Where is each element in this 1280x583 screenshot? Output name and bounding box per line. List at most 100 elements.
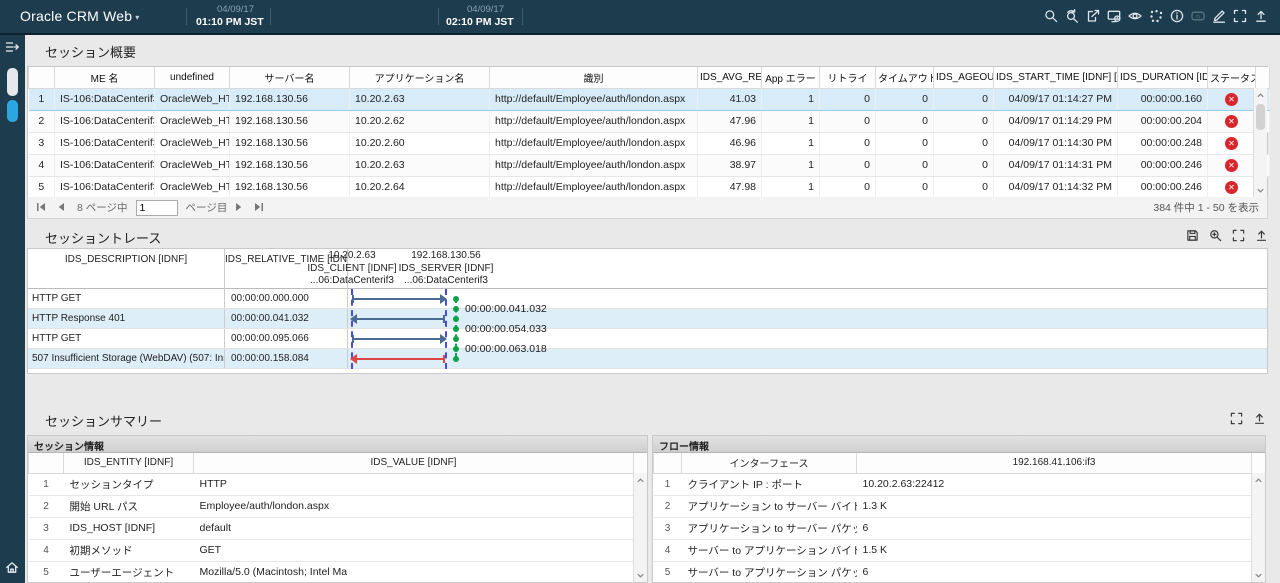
upload-icon[interactable]: [1253, 412, 1266, 425]
overview-column-header[interactable]: App エラー: [762, 67, 820, 88]
cell: 0: [820, 132, 876, 154]
cell: OracleWeb_HTTP: [155, 132, 230, 154]
page-number-input[interactable]: [136, 200, 178, 216]
app-menu[interactable]: Oracle CRM Web▾: [20, 8, 139, 24]
scroll-down-button[interactable]: [1254, 184, 1267, 197]
cell: 00:00:00.248: [1118, 132, 1208, 154]
trace-event-row[interactable]: HTTP GET00:00:00.000.000: [28, 289, 1267, 309]
cell: 1: [29, 473, 64, 495]
overview-column-header[interactable]: IDS_DURATION [IDNF: [1118, 67, 1208, 88]
trace-event-row[interactable]: HTTP Response 40100:00:00.041.032: [28, 309, 1267, 329]
session-overview-title: セッション概要: [45, 42, 136, 61]
summary-column-header[interactable]: 192.168.41.106:if3: [857, 453, 1252, 473]
summary-row[interactable]: 3IDS_HOST [IDNF]default: [29, 517, 648, 539]
summary-row[interactable]: 5ユーザーエージェントMozilla/5.0 (Macintosh; Intel…: [29, 561, 648, 583]
cell: 4: [29, 539, 64, 561]
summary-column-header[interactable]: IDS_VALUE [IDNF]: [194, 453, 634, 473]
flow-info-scrollbar[interactable]: [1251, 473, 1265, 583]
server-address: 192.168.130.56: [390, 250, 502, 263]
cell: IS-106:DataCenterif3: [55, 176, 155, 198]
panel-indicator-light[interactable]: [7, 68, 18, 96]
page-last-button[interactable]: [254, 202, 268, 214]
session-row[interactable]: 5IS-106:DataCenterif3OracleWeb_HTTP192.1…: [29, 176, 1270, 198]
scroll-down-button[interactable]: [634, 569, 647, 582]
summary-row[interactable]: 3アプリケーション to サーバー パケット6: [654, 517, 1266, 539]
page-next-button[interactable]: [234, 202, 248, 214]
summary-row[interactable]: 4初期メソッドGET: [29, 539, 648, 561]
overview-column-header[interactable]: サーバー名: [230, 67, 350, 88]
cell: 0: [876, 88, 934, 110]
header-spacer: [1252, 453, 1266, 473]
summary-row[interactable]: 1クライアント IP : ポート10.20.2.63:22412: [654, 473, 1266, 495]
eye-icon[interactable]: [1128, 9, 1142, 23]
overview-column-header[interactable]: リトライ: [820, 67, 876, 88]
expand-sidebar-icon[interactable]: [5, 40, 19, 54]
overview-column-header[interactable]: IDS_AVG_RESP(: [698, 67, 762, 88]
scroll-up-button[interactable]: [1252, 474, 1265, 487]
fullscreen-icon[interactable]: [1232, 229, 1245, 242]
header-divider: [186, 8, 187, 25]
cell: 0: [934, 176, 994, 198]
cell: 1.3 K: [857, 495, 1252, 517]
grid-dots-icon[interactable]: [1149, 9, 1163, 23]
summary-row[interactable]: 2アプリケーション to サーバー バイト1.3 K: [654, 495, 1266, 517]
save-icon[interactable]: [1186, 229, 1199, 242]
cell: サーバー to アプリケーション バイト: [682, 539, 857, 561]
summary-row[interactable]: 4サーバー to アプリケーション バイト1.5 K: [654, 539, 1266, 561]
overview-column-header[interactable]: タイムアウト: [876, 67, 934, 88]
session-row[interactable]: 4IS-106:DataCenterif3OracleWeb_HTTP192.1…: [29, 154, 1270, 176]
zoom-icon[interactable]: [1209, 229, 1222, 242]
annotate-icon[interactable]: [1212, 9, 1226, 23]
scroll-up-button[interactable]: [634, 474, 647, 487]
info-icon[interactable]: [1170, 9, 1184, 23]
time-range-end[interactable]: 04/09/17 02:10 PM JST: [446, 4, 504, 29]
overview-column-header[interactable]: ME 名: [55, 67, 155, 88]
panel-indicator-active[interactable]: [7, 100, 18, 122]
page-first-button[interactable]: [36, 202, 50, 214]
error-status-icon: ✕: [1225, 159, 1238, 172]
screen-settings-icon[interactable]: [1107, 9, 1121, 23]
overview-column-header[interactable]: [29, 67, 55, 88]
server-role: IDS_SERVER [IDNF]: [390, 263, 502, 276]
cell: IS-106:DataCenterif3: [55, 88, 155, 110]
status-cell: ✕: [1208, 176, 1256, 198]
session-row[interactable]: 3IS-106:DataCenterif3OracleWeb_HTTP192.1…: [29, 132, 1270, 154]
summary-column-header[interactable]: インターフェース: [682, 453, 857, 473]
upload-icon[interactable]: [1255, 229, 1268, 242]
session-info-scrollbar[interactable]: [633, 473, 647, 583]
fullscreen-icon[interactable]: [1233, 9, 1247, 23]
trace-col-description[interactable]: IDS_DESCRIPTION [IDNF]: [28, 249, 225, 289]
scroll-thumb[interactable]: [1256, 104, 1265, 130]
error-status-icon: ✕: [1225, 93, 1238, 106]
overview-column-header[interactable]: 識別: [490, 67, 698, 88]
summary-row[interactable]: 2開始 URL パスEmployee/auth/london.aspx: [29, 495, 648, 517]
summary-row[interactable]: 5サーバー to アプリケーション パケット6: [654, 561, 1266, 583]
upload-icon[interactable]: [1254, 9, 1268, 23]
export-page-icon[interactable]: [1086, 9, 1100, 23]
search-icon[interactable]: [1044, 9, 1058, 23]
overview-scrollbar[interactable]: [1253, 88, 1267, 198]
trace-event-row[interactable]: 507 Insufficient Storage (WebDAV) (507: …: [28, 349, 1267, 369]
session-row[interactable]: 1IS-106:DataCenterif3OracleWeb_HTTP192.1…: [29, 88, 1270, 110]
overview-column-header[interactable]: アプリケーション名: [350, 67, 490, 88]
scroll-up-button[interactable]: [1254, 89, 1267, 102]
page-prev-button[interactable]: [56, 202, 70, 214]
overview-column-header[interactable]: undefined: [155, 67, 230, 88]
scroll-down-button[interactable]: [1252, 569, 1265, 582]
overview-column-header[interactable]: IDS_START_TIME [IDNF] [IDNF]: [994, 67, 1118, 88]
overview-column-header[interactable]: IDS_AGEOUTS: [934, 67, 994, 88]
time-range-start[interactable]: 04/09/17 01:10 PM JST: [196, 4, 254, 29]
session-row[interactable]: 2IS-106:DataCenterif3OracleWeb_HTTP192.1…: [29, 110, 1270, 132]
cell: 0: [934, 132, 994, 154]
summary-row[interactable]: 1セッションタイプHTTP: [29, 473, 648, 495]
summary-column-header[interactable]: IDS_ENTITY [IDNF]: [64, 453, 194, 473]
cell: 0: [876, 132, 934, 154]
search-again-icon[interactable]: [1065, 9, 1079, 23]
trace-relative-time: 00:00:00.000.000: [225, 289, 348, 308]
n-badge-icon[interactable]: n: [1191, 9, 1205, 23]
fullscreen-icon[interactable]: [1230, 412, 1243, 425]
home-icon[interactable]: [5, 560, 19, 574]
overview-column-header[interactable]: ステータス: [1208, 67, 1256, 88]
cell: IDS_HOST [IDNF]: [64, 517, 194, 539]
trace-event-row[interactable]: HTTP GET00:00:00.095.066: [28, 329, 1267, 349]
